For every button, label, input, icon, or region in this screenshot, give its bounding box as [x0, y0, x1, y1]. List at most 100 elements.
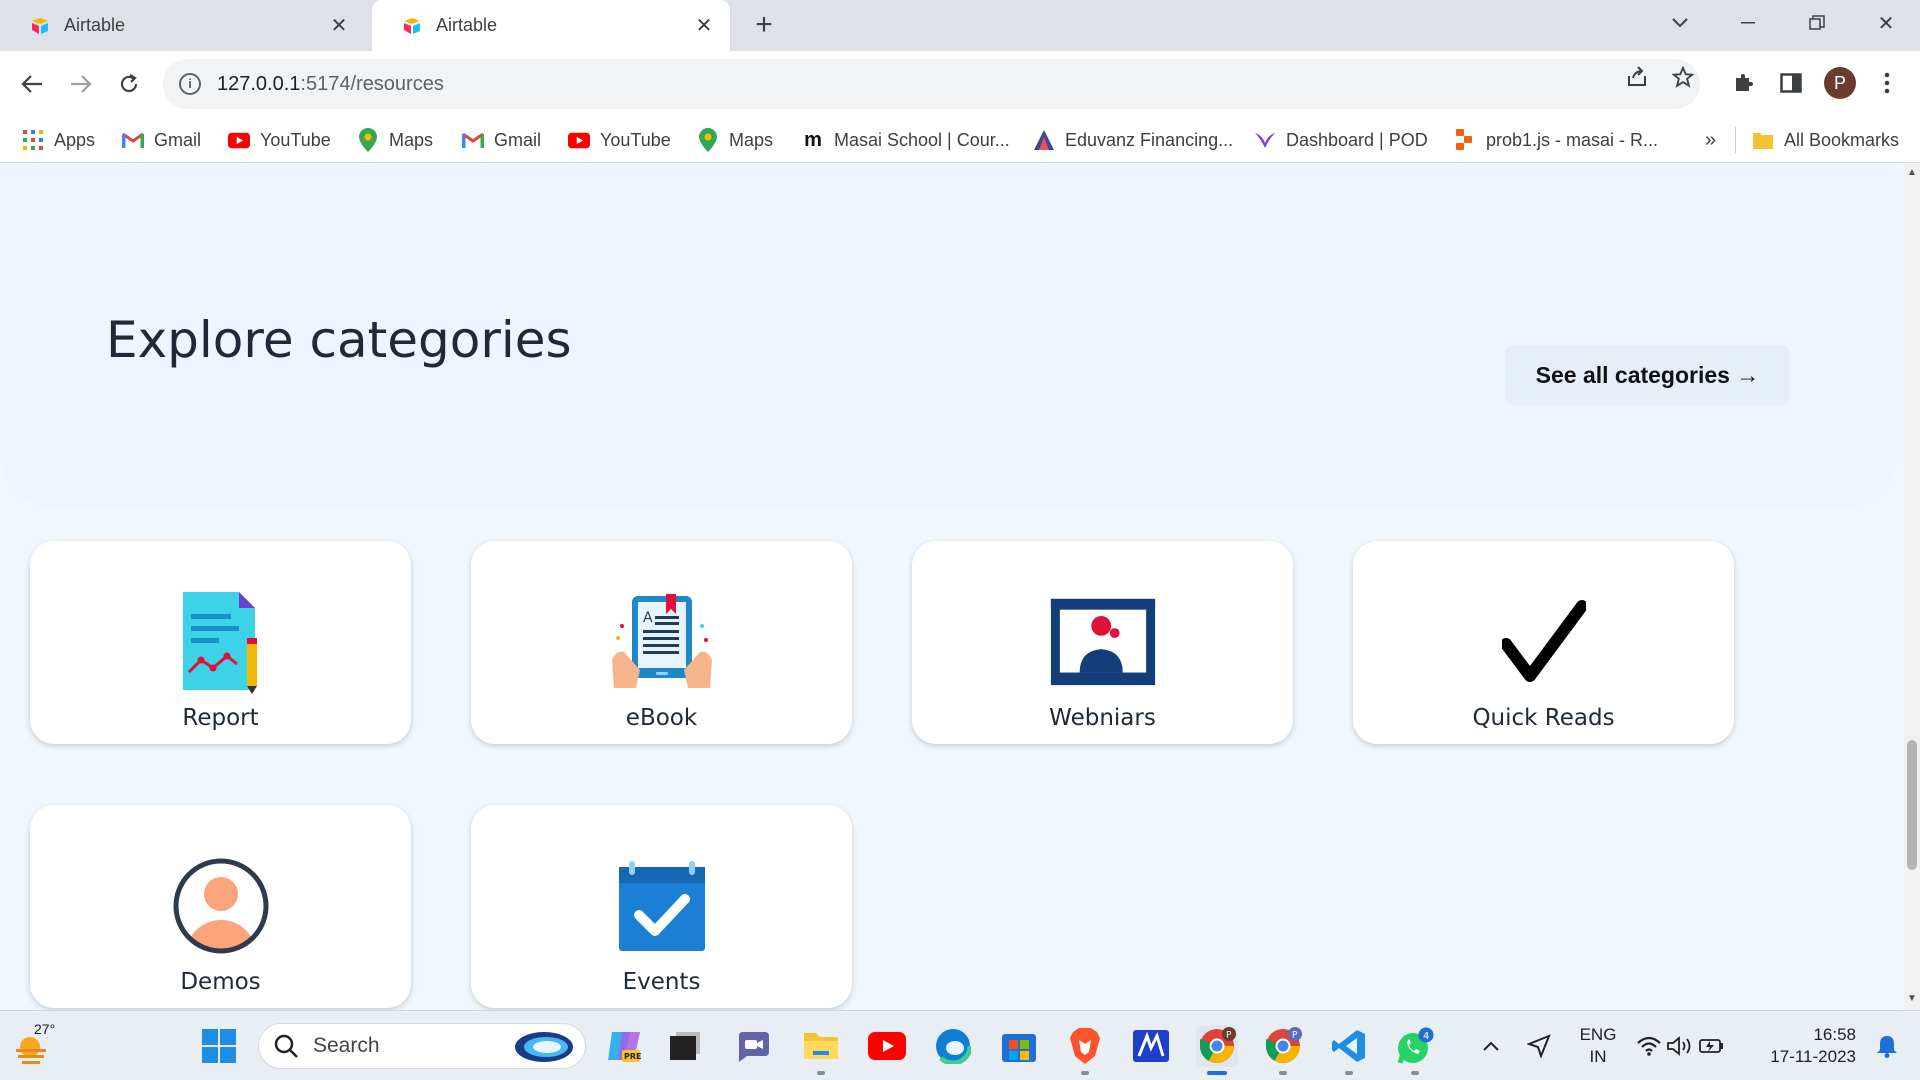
teams-chat-icon[interactable]: [732, 1025, 774, 1067]
bookmark-masai[interactable]: m Masai School | Cour...: [802, 117, 1010, 163]
new-tab-button[interactable]: +: [748, 10, 780, 42]
tab-search-chevron-icon[interactable]: [1660, 8, 1700, 38]
windows-start-icon[interactable]: [198, 1025, 240, 1067]
bookmark-replit[interactable]: prob1.js - masai - R...: [1454, 117, 1658, 163]
bookmark-label: Gmail: [494, 129, 542, 150]
running-indicator: [1279, 1071, 1287, 1075]
airtable-logo-icon: [30, 16, 50, 36]
hero-section: Explore categories See all categories →: [0, 163, 1897, 510]
forward-arrow-icon[interactable]: [61, 64, 101, 104]
category-card-events[interactable]: Events: [471, 805, 852, 1008]
gmail-icon: [462, 129, 484, 151]
calendar-check-icon: [609, 853, 715, 959]
brave-browser-icon[interactable]: [1064, 1025, 1106, 1075]
profile-avatar[interactable]: P: [1824, 67, 1856, 99]
close-tab-icon[interactable]: ✕: [692, 14, 716, 38]
bookmarks-bar: Apps Gmail YouTube Maps Gmail YouTube Ma…: [0, 117, 1920, 163]
bookmark-youtube[interactable]: YouTube: [228, 117, 331, 163]
report-icon: [168, 589, 274, 695]
edge-browser-icon[interactable]: [932, 1025, 974, 1067]
chrome-profile-1-icon[interactable]: P: [1196, 1025, 1238, 1075]
category-label: Demos: [180, 969, 261, 995]
close-window-button[interactable]: ✕: [1866, 8, 1906, 38]
category-card-demos[interactable]: Demos: [30, 805, 411, 1008]
location-arrow-icon[interactable]: [1518, 1025, 1560, 1067]
bookmark-label: Masai School | Cour...: [834, 129, 1010, 150]
task-view-icon[interactable]: [665, 1025, 707, 1067]
bookmarks-divider: [1735, 127, 1736, 153]
svg-text:A: A: [643, 610, 653, 626]
tab-airtable-2[interactable]: Airtable ✕: [372, 0, 730, 51]
scroll-up-arrow-icon[interactable]: ▲: [1906, 167, 1918, 178]
chrome-profile-2-icon[interactable]: P: [1262, 1025, 1304, 1075]
page-scrollbar[interactable]: ▲ ▼: [1904, 163, 1920, 1010]
bookmark-star-icon[interactable]: [1669, 63, 1697, 91]
bookmark-apps[interactable]: Apps: [22, 117, 95, 163]
category-label: Report: [182, 705, 259, 731]
file-explorer-icon[interactable]: [800, 1025, 842, 1075]
minimize-button[interactable]: [1728, 8, 1768, 38]
tab-title: Airtable: [436, 15, 498, 35]
airtable-logo-icon: [402, 16, 422, 36]
notification-count-badge: 4: [1423, 1031, 1429, 1042]
bookmark-label: Gmail: [154, 129, 202, 150]
scroll-down-arrow-icon[interactable]: ▼: [1906, 993, 1918, 1004]
bing-copilot-icon: [515, 1032, 573, 1062]
side-panel-icon[interactable]: [1773, 65, 1809, 101]
extensions-puzzle-icon[interactable]: [1726, 65, 1762, 101]
youtube-app-icon[interactable]: [866, 1025, 908, 1067]
bookmark-dashboard-pod[interactable]: Dashboard | POD: [1254, 117, 1428, 163]
share-icon[interactable]: [1623, 63, 1651, 91]
network-volume-battery-tray[interactable]: [1632, 1025, 1730, 1067]
language-indicator[interactable]: ENG IN: [1570, 1024, 1626, 1068]
category-label: Quick Reads: [1472, 705, 1615, 731]
url-text: 127.0.0.1:5174/resources: [217, 72, 444, 95]
microsoft-store-icon[interactable]: [998, 1025, 1040, 1067]
kebab-menu-icon[interactable]: [1869, 65, 1905, 101]
clock[interactable]: 16:58 17-11-2023: [1752, 1024, 1856, 1068]
youtube-icon: [228, 129, 250, 151]
scrollbar-thumb[interactable]: [1907, 740, 1917, 870]
whatsapp-icon[interactable]: 4: [1394, 1025, 1436, 1075]
tab-airtable-1[interactable]: Airtable ✕: [0, 0, 365, 51]
bookmark-gmail[interactable]: Gmail: [462, 117, 541, 163]
page-content: Explore categories See all categories → …: [0, 163, 1904, 1010]
category-label: Events: [622, 969, 701, 995]
site-info-icon[interactable]: i: [179, 73, 201, 95]
restore-button[interactable]: [1797, 8, 1837, 38]
tab-strip: Airtable ✕ Airtable ✕ + ✕: [0, 0, 1920, 51]
bookmark-label: YouTube: [600, 129, 671, 150]
category-card-webinars[interactable]: Webniars: [912, 541, 1293, 744]
category-card-quick-reads[interactable]: Quick Reads: [1353, 541, 1734, 744]
show-hidden-icons-chevron-icon[interactable]: [1470, 1025, 1512, 1067]
close-tab-icon[interactable]: ✕: [327, 14, 351, 38]
reload-icon[interactable]: [109, 64, 149, 104]
bookmark-maps[interactable]: Maps: [357, 117, 433, 163]
youtube-icon: [568, 129, 590, 151]
bookmark-gmail[interactable]: Gmail: [122, 117, 201, 163]
bookmark-all-bookmarks[interactable]: All Bookmarks: [1752, 117, 1899, 163]
see-all-categories-button[interactable]: See all categories →: [1505, 345, 1790, 405]
bookmark-label: Apps: [54, 129, 96, 150]
mathpix-icon[interactable]: [1130, 1025, 1172, 1067]
page-title: Explore categories: [106, 311, 572, 369]
user-avatar-icon: [168, 853, 274, 959]
bookmark-maps[interactable]: Maps: [697, 117, 773, 163]
address-bar[interactable]: i 127.0.0.1:5174/resources: [163, 59, 1700, 109]
bookmark-eduvanz[interactable]: Eduvanz Financing...: [1033, 117, 1233, 163]
bookmark-youtube[interactable]: YouTube: [568, 117, 671, 163]
notification-bell-icon[interactable]: [1866, 1025, 1908, 1067]
bookmark-label: Dashboard | POD: [1286, 129, 1428, 150]
category-card-report[interactable]: Report: [30, 541, 411, 744]
search-placeholder: Search: [313, 1034, 380, 1057]
running-indicator: [1345, 1071, 1353, 1075]
back-arrow-icon[interactable]: [12, 64, 52, 104]
profile-badge: P: [1292, 1031, 1298, 1041]
maps-icon: [697, 128, 719, 152]
vscode-icon[interactable]: [1328, 1025, 1370, 1075]
taskbar-search-input[interactable]: Search: [258, 1023, 586, 1069]
bookmarks-overflow-button[interactable]: »: [1705, 117, 1716, 163]
copilot-preview-icon[interactable]: PRE: [603, 1025, 645, 1067]
category-card-ebook[interactable]: A eBook: [471, 541, 852, 744]
weather-widget[interactable]: 27°: [12, 1021, 55, 1067]
